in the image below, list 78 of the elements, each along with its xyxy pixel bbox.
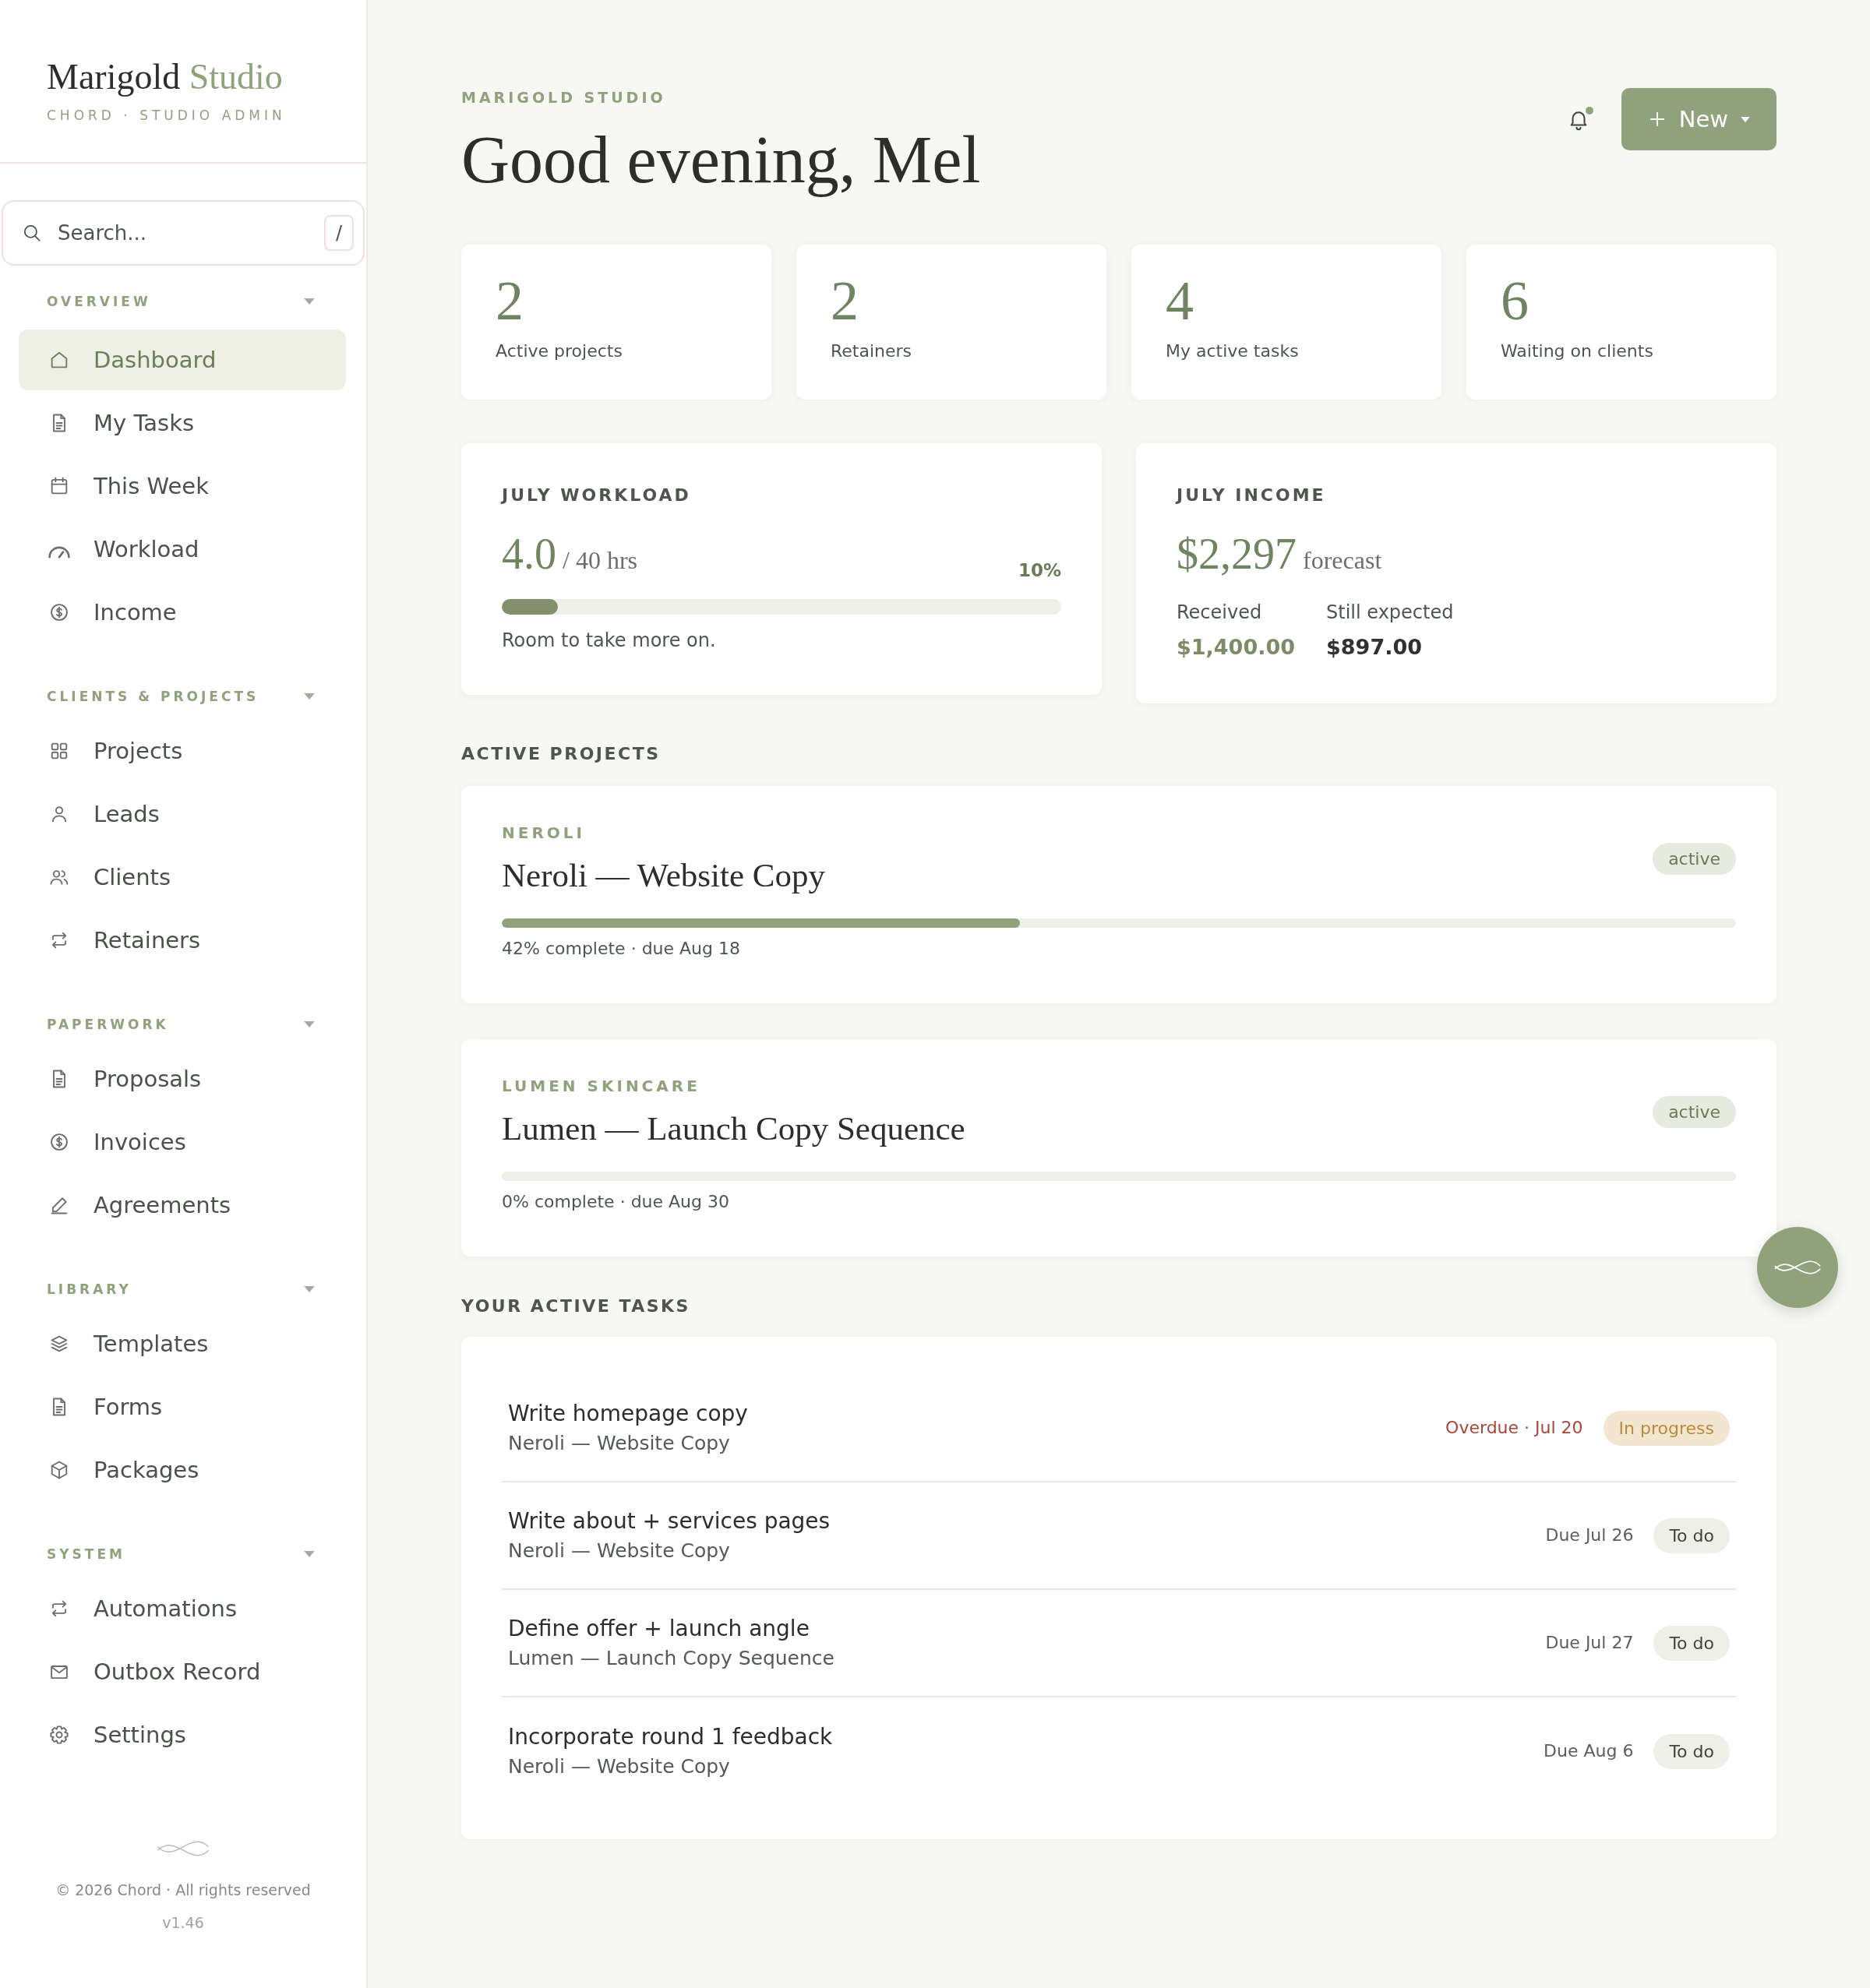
card-title: JULY WORKLOAD — [502, 485, 691, 506]
copyright-text: © 2026 Chord · All rights reserved — [55, 1880, 311, 1900]
project-title: Lumen — Launch Copy Sequence — [502, 1109, 965, 1148]
nav-item[interactable]: Agreements — [19, 1175, 346, 1235]
stat-value: 6 — [1501, 273, 1529, 329]
nav-item[interactable]: Income — [19, 582, 346, 643]
nav-item[interactable]: Proposals — [19, 1049, 346, 1109]
nav-item[interactable]: Retainers — [19, 910, 346, 971]
nav-item[interactable]: Projects — [19, 721, 346, 781]
hours-value: 4.0 — [502, 530, 556, 577]
project-progress-text: 0% complete · due Aug 30 — [502, 1191, 730, 1213]
stat-label: My active tasks — [1166, 340, 1299, 362]
search-icon — [22, 223, 42, 243]
nav-item[interactable]: Dashboard — [19, 330, 346, 390]
nav-item[interactable]: Clients — [19, 847, 346, 908]
task-project: Lumen — Launch Copy Sequence — [508, 1646, 834, 1671]
task-title: Write about + services pages — [508, 1507, 831, 1535]
expected-label: Still expected — [1326, 601, 1454, 625]
client-name: NEROLI — [502, 823, 585, 843]
version-label: v1.46 — [162, 1913, 204, 1933]
task-project: Neroli — Website Copy — [508, 1754, 730, 1779]
section-heading: YOUR ACTIVE TASKS — [461, 1295, 690, 1317]
nav-item[interactable]: Templates — [19, 1313, 346, 1374]
nav-item[interactable]: My Tasks — [19, 393, 346, 453]
caret-icon — [1741, 116, 1750, 122]
status-badge: To do — [1653, 1733, 1730, 1769]
stat-label: Waiting on clients — [1501, 340, 1653, 362]
task-title: Incorporate round 1 feedback — [508, 1723, 833, 1751]
status-badge: active — [1653, 1096, 1736, 1128]
project-progress-text: 42% complete · due Aug 18 — [502, 938, 741, 960]
stat-value: 2 — [831, 273, 859, 329]
task-project: Neroli — Website Copy — [508, 1539, 730, 1563]
gear-icon — [48, 1724, 70, 1746]
stat-label: Active projects — [496, 340, 623, 362]
status-badge: In progress — [1603, 1410, 1730, 1446]
status-badge: active — [1653, 843, 1736, 875]
client-name: LUMEN SKINCARE — [502, 1076, 700, 1096]
forecast-amount: $2,297 — [1177, 530, 1297, 577]
received-label: Received — [1177, 601, 1262, 625]
nav-item[interactable]: Packages — [19, 1440, 346, 1500]
status-badge: To do — [1653, 1625, 1730, 1661]
task-title: Write homepage copy — [508, 1400, 748, 1428]
due-date: Due Jul 26 — [1545, 1524, 1634, 1546]
status-badge: To do — [1653, 1517, 1730, 1553]
nav-item[interactable]: Outbox Record — [19, 1641, 346, 1702]
due-date: Overdue · Jul 20 — [1445, 1417, 1583, 1439]
shortcut-key: / — [324, 215, 354, 251]
card-title: JULY INCOME — [1177, 485, 1326, 506]
dollar-coin-icon — [48, 601, 70, 623]
project-title: Neroli — Website Copy — [502, 856, 825, 895]
swirl-icon — [1773, 1258, 1822, 1277]
workload-note: Room to take more on. — [502, 629, 717, 653]
stat-label: Retainers — [831, 340, 912, 362]
nav-item[interactable]: Forms — [19, 1376, 346, 1437]
dollar-coin-icon — [48, 1131, 70, 1153]
greeting-title: Good evening, Mel — [461, 122, 981, 197]
nav-item[interactable]: Automations — [19, 1578, 346, 1639]
nav-item[interactable]: This Week — [19, 456, 346, 516]
stat-value: 4 — [1166, 273, 1194, 329]
due-date: Due Aug 6 — [1544, 1740, 1634, 1762]
received-amount: $1,400.00 — [1177, 634, 1296, 661]
task-title: Define offer + launch angle — [508, 1615, 810, 1643]
brand-name: Marigold Studio — [47, 56, 283, 98]
due-date: Due Jul 27 — [1545, 1632, 1634, 1654]
eyebrow-label: MARIGOLD STUDIO — [461, 88, 666, 107]
nav-item[interactable]: Leads — [19, 784, 346, 844]
gauge-icon — [48, 546, 70, 559]
stat-value: 2 — [496, 273, 524, 329]
forecast-label: forecast — [1303, 546, 1382, 575]
section-heading: ACTIVE PROJECTS — [461, 743, 661, 765]
hours-capacity: / 40 hrs — [563, 546, 637, 575]
task-project: Neroli — Website Copy — [508, 1431, 730, 1456]
nav-item[interactable]: Invoices — [19, 1112, 346, 1172]
expected-amount: $897.00 — [1326, 634, 1422, 661]
percent-label: 10% — [1018, 559, 1061, 582]
nav-item[interactable]: Workload — [19, 519, 346, 580]
nav-item[interactable]: Settings — [19, 1704, 346, 1765]
brand-tagline: CHORD · STUDIO ADMIN — [47, 107, 286, 125]
